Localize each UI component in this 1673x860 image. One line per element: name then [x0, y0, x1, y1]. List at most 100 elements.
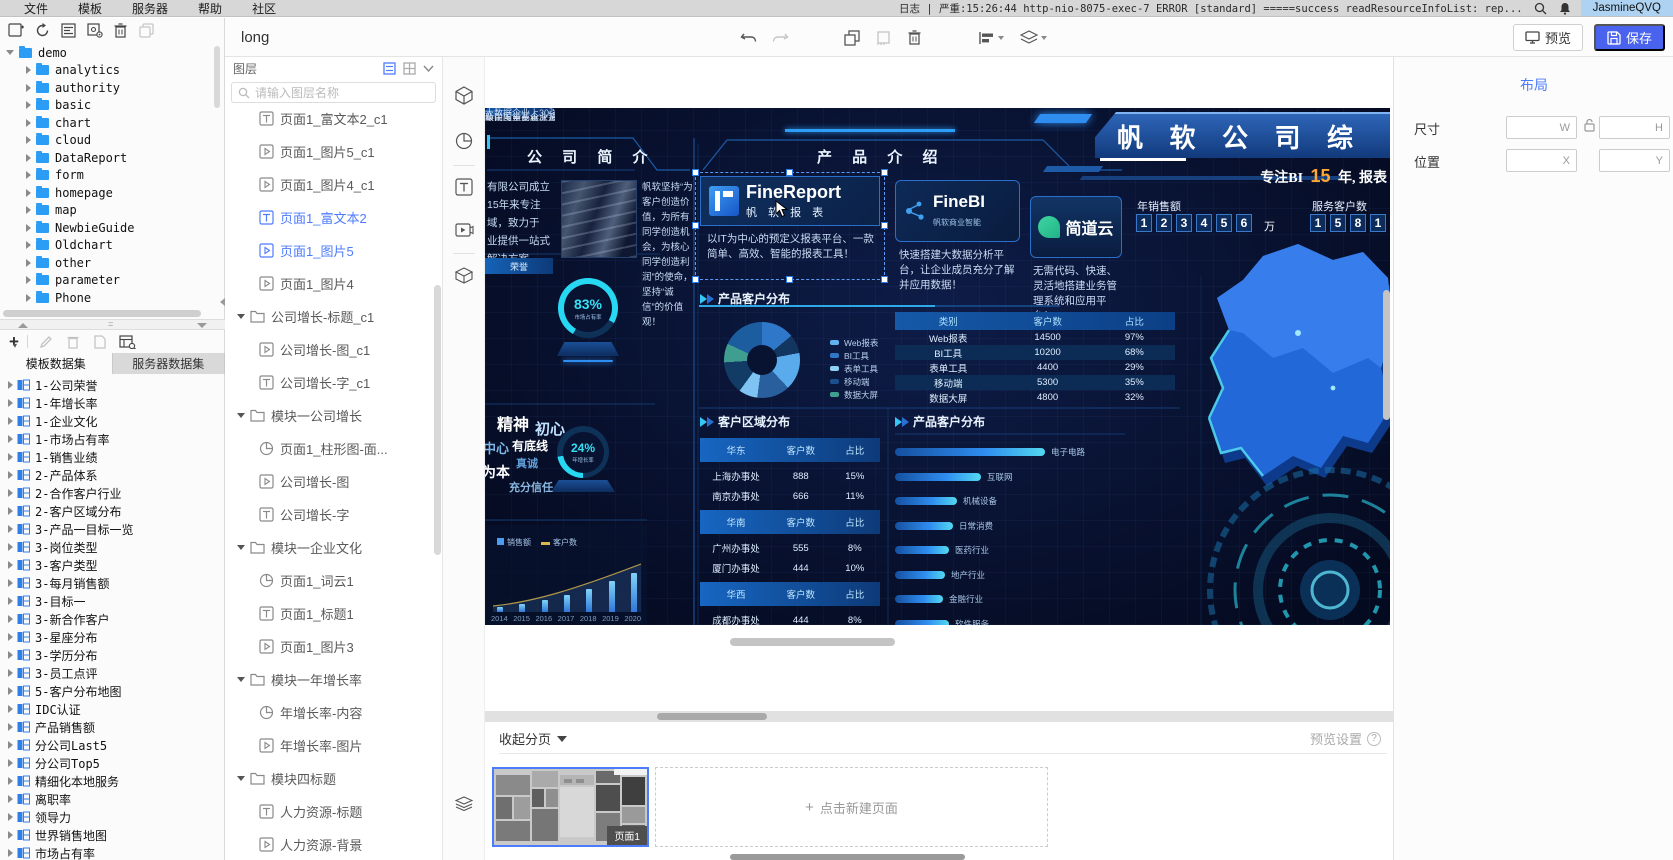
region-dist-header[interactable]: 客户区域分布 — [700, 413, 790, 430]
dashboard-title-banner[interactable]: 帆 软 公 司 综 — [1095, 112, 1390, 158]
undo-icon[interactable] — [740, 29, 758, 47]
dataset-expand-arrow[interactable] — [8, 525, 13, 533]
sales-year-chart[interactable]: 销售额 客户数 2014 2015 2016 2017 2018 2019 20… — [485, 525, 647, 625]
page-thumbnail-selected[interactable]: 页面1 — [492, 767, 649, 847]
dataset-expand-arrow[interactable] — [8, 705, 13, 713]
layer-item[interactable]: 人力资源-背景 — [225, 828, 435, 860]
assets-box-icon[interactable] — [454, 265, 474, 285]
tree-expand-arrow[interactable] — [26, 206, 31, 215]
folder-collapse-arrow[interactable] — [237, 776, 245, 781]
dataset-expand-arrow[interactable] — [8, 669, 13, 677]
new-template-icon[interactable] — [8, 22, 25, 39]
dataset-item[interactable]: 精细化本地服务 — [0, 772, 225, 790]
layer-item[interactable]: 模块一公司增长 — [225, 399, 435, 432]
jiandaoyun-logo-card[interactable]: 简道云 — [1030, 196, 1122, 258]
user-account[interactable]: JasmineQVQ — [1580, 0, 1673, 16]
dataset-expand-arrow[interactable] — [8, 759, 13, 767]
layer-list-view-icon[interactable] — [383, 62, 396, 75]
search-icon[interactable] — [1533, 1, 1549, 15]
dataset-expand-arrow[interactable] — [8, 435, 13, 443]
company-intro-right-text[interactable]: 帆软坚持“为客户创造价值，为所有同学创造机会，为核心同学创造利润”的使命，坚持“… — [642, 180, 693, 330]
dataset-item[interactable]: 1-企业文化 — [0, 412, 225, 430]
tree-expand-arrow[interactable] — [26, 258, 31, 267]
tab-template-datasets[interactable]: 模板数据集 — [0, 353, 113, 374]
dataset-expand-arrow[interactable] — [8, 813, 13, 821]
tree-expand-arrow[interactable] — [26, 293, 31, 302]
component-cube-icon[interactable] — [454, 85, 474, 105]
tree-vertical-scrollbar[interactable] — [214, 46, 220, 108]
delete-icon[interactable] — [905, 29, 923, 47]
selection-handle[interactable] — [692, 169, 699, 176]
tree-expand-arrow[interactable] — [26, 83, 31, 92]
selection-handle[interactable] — [881, 169, 888, 176]
dataset-expand-arrow[interactable] — [8, 507, 13, 515]
dataset-item[interactable]: 分公司Last5 — [0, 736, 225, 754]
selection-handle[interactable] — [692, 222, 699, 229]
industry-dist-header[interactable]: 产品客户分布 — [895, 413, 985, 430]
folder-collapse-arrow[interactable] — [237, 413, 245, 418]
tree-folder-item[interactable]: analytics — [0, 62, 225, 80]
layer-item[interactable]: 公司增长-图_c1 — [225, 333, 435, 366]
tree-folder-item[interactable]: authority — [0, 79, 225, 97]
dataset-item[interactable]: 3-每月销售额 — [0, 574, 225, 592]
folder-collapse-arrow[interactable] — [237, 677, 245, 682]
dataset-item[interactable]: 市场占有率 — [0, 844, 225, 860]
dataset-expand-arrow[interactable] — [8, 489, 13, 497]
splitter-handle-icon[interactable]: = — [108, 319, 113, 329]
dataset-expand-arrow[interactable] — [8, 831, 13, 839]
media-widget-icon[interactable] — [454, 221, 474, 241]
layers-stack-icon[interactable] — [454, 793, 474, 813]
menu-item[interactable]: 文件 — [24, 0, 48, 17]
dataset-item[interactable]: 3-岗位类型 — [0, 538, 225, 556]
market-share-gauge[interactable]: 83% 市场占有率 — [558, 278, 618, 338]
dataset-item[interactable]: 离职率 — [0, 790, 225, 808]
dataset-expand-arrow[interactable] — [8, 687, 13, 695]
tree-expand-arrow[interactable] — [26, 171, 31, 180]
tree-expand-arrow[interactable] — [26, 223, 31, 232]
canvas-vertical-scrollbar[interactable] — [1383, 290, 1390, 420]
folder-collapse-arrow[interactable] — [237, 314, 245, 319]
dataset-item[interactable]: 3-学历分布 — [0, 646, 225, 664]
layer-item[interactable]: 页面1_富文本2_c1 — [225, 102, 435, 135]
dataset-expand-arrow[interactable] — [8, 615, 13, 623]
company-intro-left-text[interactable]: 有限公司成立15年来专注域，致力于业提供一站式解决方案 — [487, 178, 559, 268]
layer-item[interactable]: 模块一年增长率 — [225, 663, 435, 696]
dataset-expand-arrow[interactable] — [8, 849, 13, 857]
menu-item[interactable]: 模板 — [78, 0, 102, 17]
layer-search-input[interactable]: 请输入图层名称 — [231, 82, 436, 103]
dataset-item[interactable]: 1-销售业绩 — [0, 448, 225, 466]
dataset-item[interactable]: 2-合作客户行业 — [0, 484, 225, 502]
dataset-item[interactable]: 3-员工点评 — [0, 664, 225, 682]
splitter-up-icon[interactable] — [18, 323, 28, 328]
industry-bar-chart[interactable]: 电子电路 互联网 机械设备 日常消费 医药行业 地产行业 金融行业 软件服务 — [895, 440, 1125, 625]
tree-folder-item[interactable]: other — [0, 254, 225, 272]
dataset-item[interactable]: 3-新合作客户 — [0, 610, 225, 628]
selection-handle[interactable] — [692, 276, 699, 283]
dataset-expand-arrow[interactable] — [8, 579, 13, 587]
tree-folder-item[interactable]: Phone — [0, 289, 225, 307]
preview-settings-button[interactable]: 预览设置? — [1310, 729, 1381, 748]
region-table[interactable]: 华东 客户数 占比 上海办事处 888 15% 南京办事处 666 11% 华南… — [700, 434, 880, 625]
chart-pie-icon[interactable] — [454, 131, 474, 151]
dataset-expand-arrow[interactable] — [8, 597, 13, 605]
collapse-pages-button[interactable]: 收起分页 — [499, 729, 568, 748]
honors-header[interactable]: 荣誉 — [485, 258, 553, 274]
customers-digits[interactable]: 1581 — [1310, 214, 1386, 232]
width-input[interactable]: W — [1506, 116, 1577, 139]
dataset-expand-arrow[interactable] — [8, 471, 13, 479]
layer-item[interactable]: 年增长率-内容 — [225, 696, 435, 729]
tree-expand-arrow[interactable] — [26, 66, 31, 75]
layer-item[interactable]: 页面1_图片3 — [225, 630, 435, 663]
selection-outline[interactable] — [695, 172, 885, 280]
refresh-icon[interactable] — [34, 22, 51, 39]
dataset-expand-arrow[interactable] — [8, 795, 13, 803]
height-input[interactable]: H — [1599, 116, 1670, 139]
dataset-expand-arrow[interactable] — [8, 561, 13, 569]
layer-scrollbar[interactable] — [434, 285, 441, 555]
dataset-expand-arrow[interactable] — [8, 777, 13, 785]
finebi-logo-card[interactable]: FineBI 帆软商业智能 — [895, 180, 1020, 242]
tree-expand-arrow[interactable] — [26, 136, 31, 145]
tab-layout[interactable]: 布局 — [1394, 75, 1673, 95]
tree-folder-item[interactable]: map — [0, 202, 225, 220]
align-icon[interactable] — [977, 29, 1005, 47]
